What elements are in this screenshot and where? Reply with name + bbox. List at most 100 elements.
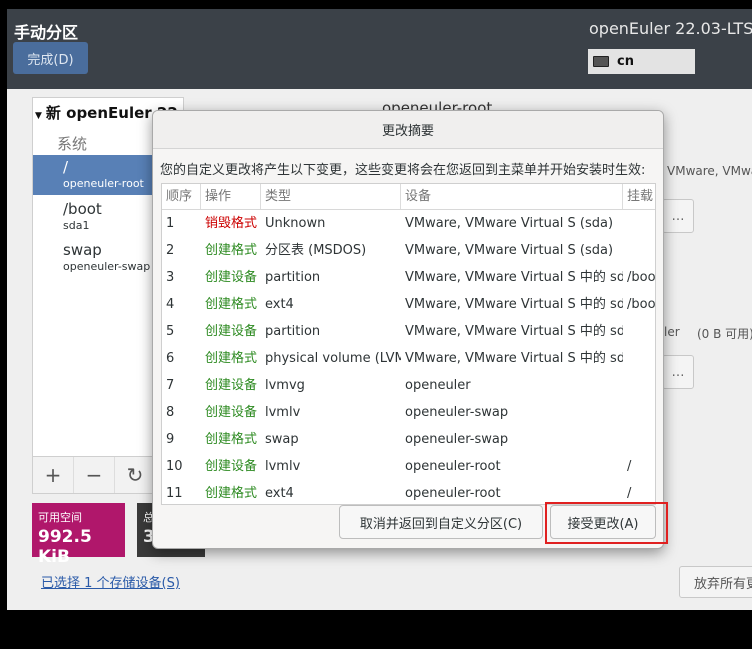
cell-mount [623,372,655,399]
refresh-icon: ↻ [126,463,144,487]
table-row[interactable]: 4 创建格式 ext4 VMware, VMware Virtual S 中的 sda… [162,291,655,318]
cell-action: 创建格式 [205,432,258,447]
accept-button-highlight [545,502,668,544]
cell-device: VMware, VMware Virtual S (sda) [405,216,614,231]
cell-order: 4 [166,297,175,312]
cell-mount [623,399,655,426]
keyboard-layout-indicator[interactable]: cn [588,49,695,74]
table-row[interactable]: 8 创建设备 lvmlv openeuler-swap [162,399,655,426]
minus-icon: − [85,463,103,487]
cell-order: 1 [166,216,175,231]
add-mount-button[interactable]: + [33,457,74,493]
column-device[interactable]: 设备 [401,184,623,209]
cell-type: ext4 [265,486,294,501]
cell-order: 3 [166,270,175,285]
cell-order: 8 [166,405,175,420]
cell-mount: /boot [627,297,656,312]
plus-icon: + [44,463,62,487]
free-space-text: (0 B 可用) [697,327,752,341]
cell-action: 创建格式 [205,486,258,501]
cell-type: lvmvg [265,378,305,393]
cell-action: 创建设备 [205,405,258,420]
cell-mount [623,318,655,345]
cell-device: VMware, VMware Virtual S (sda) [405,243,614,258]
table-row[interactable]: 5 创建设备 partition VMware, VMware Virtual S 中… [162,318,655,345]
cell-device: openeuler-swap [405,432,509,447]
mount-device: openeuler-swap [63,260,151,273]
cell-action: 创建格式 [205,351,258,366]
available-space-box: 可用空间 992.5 KiB [32,503,125,567]
cell-action: 创建设备 [205,459,258,474]
cell-mount [623,426,655,453]
mount-name: / [63,158,69,176]
cell-type: partition [265,270,321,285]
cell-order: 6 [166,351,175,366]
cell-order: 10 [166,459,183,474]
page-title: 手动分区 [14,23,79,42]
table-row[interactable]: 2 创建格式 分区表 (MSDOS) VMware, VMware Virtual S… [162,237,655,264]
refresh-button[interactable]: ↻ [115,457,156,493]
discard-all-button[interactable]: 放弃所有更改 [679,566,752,598]
cell-action: 销毁格式 [205,216,258,231]
keyboard-layout-label: cn [617,54,634,69]
table-row[interactable]: 1 销毁格式 Unknown VMware, VMware Virtual S (sd… [162,210,655,237]
done-button[interactable]: 完成(D) [13,42,88,74]
cell-action: 创建设备 [205,270,258,285]
remove-mount-button[interactable]: − [74,457,115,493]
cell-action: 创建格式 [205,243,258,258]
table-row[interactable]: 6 创建格式 physical volume (LVM) VMware, VMware… [162,345,655,372]
table-row[interactable]: 3 创建设备 partition VMware, VMware Virtual S 中… [162,264,655,291]
cell-device: VMware, VMware Virtual S 中的 sda2 [405,324,623,339]
cell-type: ext4 [265,297,294,312]
cell-mount [623,237,655,264]
cell-type: swap [265,432,299,447]
change-summary-dialog: 更改摘要 您的自定义更改将产生以下变更，这些变更将会在您返回到主菜单并开始安装时… [152,110,664,549]
selected-storage-link[interactable]: 已选择 1 个存储设备(S) [41,572,180,591]
cell-mount [623,210,655,237]
cell-mount: / [627,459,632,474]
mount-name: swap [63,241,102,259]
cell-action: 创建格式 [205,297,258,312]
cell-device: openeuler-root [405,459,501,474]
column-type[interactable]: 类型 [261,184,401,209]
cell-order: 9 [166,432,175,447]
cell-device: openeuler [405,378,471,393]
cell-mount: /boot [627,270,656,285]
cell-action: 创建设备 [205,324,258,339]
cell-order: 11 [166,486,183,501]
available-space-value: 992.5 KiB [38,527,92,567]
changes-table[interactable]: 顺序 操作 类型 设备 挂载 1 销毁格式 Unknown VMware, VMwar… [161,183,656,505]
column-mount[interactable]: 挂载 [623,184,655,209]
cell-type: partition [265,324,321,339]
modify-device-button[interactable]: … [662,199,694,233]
cell-type: lvmlv [265,459,301,474]
mount-device: sda1 [63,219,90,232]
cell-type: physical volume (LVM) [265,351,401,366]
cell-device: openeuler-swap [405,405,509,420]
available-space-label: 可用空间 [38,511,82,524]
cell-device: VMware, VMware Virtual S 中的 sda1 [405,297,623,312]
cell-type: Unknown [265,216,326,231]
cell-type: 分区表 (MSDOS) [265,243,367,258]
mount-name: /boot [63,200,102,218]
cell-order: 7 [166,378,175,393]
keyboard-icon [593,56,609,67]
mount-device: openeuler-root [63,177,144,190]
table-row[interactable]: 10 创建设备 lvmlv openeuler-root / [162,453,655,480]
volume-group-label: ler [664,325,680,339]
cell-device: VMware, VMware Virtual S 中的 sda2 [405,351,623,366]
cell-mount [623,345,655,372]
cell-device: VMware, VMware Virtual S 中的 sda1 [405,270,623,285]
modify-vg-button[interactable]: … [662,355,694,389]
detail-device: VMware, VMware Virtual [667,164,752,178]
cancel-return-button[interactable]: 取消并返回到自定义分区(C) [339,505,543,539]
table-header: 顺序 操作 类型 设备 挂载 [162,184,655,210]
dialog-title: 更改摘要 [153,111,663,149]
column-order[interactable]: 顺序 [162,184,201,209]
cell-action: 创建设备 [205,378,258,393]
table-row[interactable]: 9 创建格式 swap openeuler-swap [162,426,655,453]
table-row[interactable]: 7 创建设备 lvmvg openeuler [162,372,655,399]
dialog-description: 您的自定义更改将产生以下变更，这些变更将会在您返回到主菜单并开始安装时生效: [160,163,646,178]
column-action[interactable]: 操作 [201,184,261,209]
cell-order: 2 [166,243,175,258]
